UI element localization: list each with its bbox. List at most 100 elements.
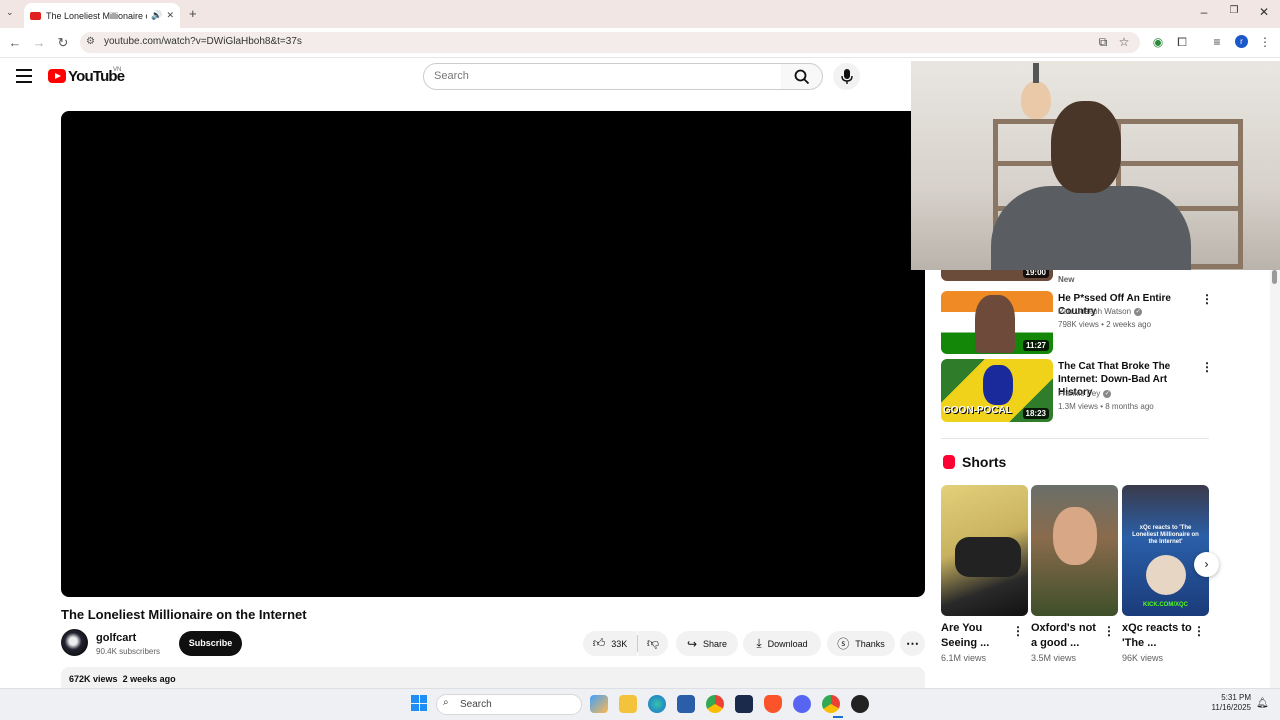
- recommendation-meta: 798K views • 2 weeks ago: [1058, 320, 1152, 329]
- recommendation-channel[interactable]: Frankie Fey ✓: [1058, 389, 1112, 398]
- thumbnail-person: [975, 295, 1015, 353]
- thanks-button[interactable]: ⓢ Thanks: [827, 631, 895, 656]
- windows-taskbar: [0, 688, 1280, 720]
- discord-icon[interactable]: [793, 695, 811, 713]
- file-explorer-icon[interactable]: [619, 695, 637, 713]
- clock-date: 11/16/2025: [1211, 703, 1251, 712]
- recommendation-thumbnail[interactable]: 11:27: [941, 291, 1053, 354]
- back-arrow-icon[interactable]: ←: [5, 34, 25, 52]
- youtube-logo-icon[interactable]: [48, 69, 66, 83]
- extension-icon[interactable]: ◉: [1149, 34, 1167, 50]
- forward-arrow-icon[interactable]: →: [29, 34, 49, 52]
- short-thumbnail[interactable]: [1031, 485, 1118, 616]
- tab-search-dropdown-icon[interactable]: ⌄: [6, 7, 14, 18]
- new-badge: New: [1058, 275, 1075, 284]
- search-input[interactable]: Search: [423, 63, 782, 90]
- ukulele-neck: [1033, 63, 1039, 83]
- profile-avatar[interactable]: r: [1235, 35, 1248, 48]
- dislike-button[interactable]: 👎︎: [638, 631, 668, 656]
- thumbnail-face: [1146, 555, 1186, 595]
- reload-icon[interactable]: ↻: [53, 34, 73, 52]
- taskbar-search-icon: ⌕: [443, 697, 449, 708]
- like-button[interactable]: 👍︎ 33K: [583, 631, 637, 656]
- country-code: VN: [113, 67, 122, 73]
- taskbar-clock[interactable]: 5:31 PM 11/16/2025: [1205, 693, 1251, 713]
- recommendation-thumbnail[interactable]: GOON-POCAL 18:23: [941, 359, 1053, 422]
- windows-start-icon[interactable]: [411, 695, 427, 711]
- close-tab-icon[interactable]: ✕: [166, 10, 174, 21]
- short-title[interactable]: xQc reacts to 'The ...: [1122, 621, 1192, 651]
- video-title: The Loneliest Millionaire on the Interne…: [61, 607, 307, 622]
- share-button[interactable]: ↪ Share: [676, 631, 738, 656]
- bookmark-star-icon[interactable]: ☆: [1115, 34, 1133, 50]
- reading-list-icon[interactable]: ≡: [1208, 34, 1226, 50]
- scrollbar[interactable]: [1270, 270, 1280, 688]
- app-icon[interactable]: [735, 695, 753, 713]
- browser-menu-icon[interactable]: ⋮: [1256, 34, 1274, 50]
- video-player[interactable]: [61, 111, 925, 597]
- thumbnail-face: [1053, 507, 1097, 565]
- browser-tab-active[interactable]: The Loneliest Millionaire on the Interne…: [24, 3, 180, 28]
- scrollbar-thumb[interactable]: [1272, 270, 1277, 284]
- chrome-profile-icon[interactable]: [706, 695, 724, 713]
- extensions-puzzle-icon[interactable]: ⧠: [1173, 34, 1191, 50]
- more-actions-button[interactable]: ⋯: [900, 631, 925, 656]
- shorts-logo-icon: [943, 455, 955, 469]
- channel-avatar[interactable]: [61, 629, 88, 656]
- microphone-icon: [841, 69, 853, 84]
- like-count: 33K: [611, 638, 628, 649]
- notification-bell-icon[interactable]: 🔔︎: [1256, 698, 1269, 709]
- new-tab-button[interactable]: +: [189, 6, 197, 21]
- recommendation-channel[interactable]: Paul Joseph Watson ✓: [1058, 307, 1143, 316]
- chrome-icon[interactable]: [822, 695, 840, 713]
- more-actions-icon[interactable]: ⋮: [1201, 292, 1213, 306]
- more-actions-icon[interactable]: ⋮: [1012, 624, 1024, 638]
- short-thumbnail[interactable]: xQc reacts to 'The Loneliest Millionaire…: [1122, 485, 1209, 616]
- download-label: Download: [767, 638, 808, 649]
- taskbar-widgets-icon[interactable]: [590, 695, 608, 713]
- download-button[interactable]: ⤓ Download: [743, 631, 821, 656]
- subscribe-button[interactable]: Subscribe: [179, 631, 242, 656]
- upload-age: 2 weeks ago: [122, 674, 176, 684]
- search-button[interactable]: [781, 63, 823, 90]
- install-app-icon[interactable]: ⧉: [1094, 34, 1112, 50]
- hamburger-menu-icon[interactable]: [16, 69, 32, 83]
- thanks-dollar-icon: ⓢ: [837, 637, 850, 651]
- audio-playing-icon[interactable]: 🔊: [151, 10, 162, 21]
- thumbnail-cat: [983, 365, 1013, 405]
- share-arrow-icon: ↪: [686, 636, 698, 651]
- more-actions-icon[interactable]: ⋮: [1103, 624, 1115, 638]
- channel-name[interactable]: golfcart: [96, 632, 136, 644]
- thumbs-down-icon: 👎︎: [646, 636, 660, 650]
- youtube-favicon-icon: [30, 11, 41, 20]
- webcam-overlay: [911, 61, 1280, 270]
- short-views: 6.1M views: [941, 653, 987, 663]
- minimize-button[interactable]: –: [1190, 5, 1218, 19]
- more-actions-icon[interactable]: ⋮: [1201, 360, 1213, 374]
- close-window-button[interactable]: ✕: [1250, 5, 1278, 19]
- verified-check-icon: ✓: [1103, 389, 1112, 398]
- more-actions-icon[interactable]: ⋮: [1193, 624, 1205, 638]
- url-text[interactable]: youtube.com/watch?v=DWiGlaHboh8&t=37s: [104, 36, 302, 47]
- ukulele: [1021, 81, 1051, 119]
- thumbnail-text: xQc reacts to 'The Loneliest Millionaire…: [1132, 525, 1199, 545]
- divider: [941, 438, 1209, 439]
- view-count: 672K views: [69, 674, 118, 684]
- short-title[interactable]: Are You Seeing ...: [941, 621, 1011, 651]
- shorts-next-button[interactable]: ›: [1194, 552, 1219, 577]
- store-icon[interactable]: [677, 695, 695, 713]
- thumbs-up-icon: 👍︎: [592, 636, 606, 650]
- taskbar-search[interactable]: Search: [436, 694, 582, 715]
- edge-browser-icon[interactable]: [648, 695, 666, 713]
- site-info-icon[interactable]: ⚙: [86, 36, 95, 47]
- restore-button[interactable]: ❐: [1220, 5, 1248, 16]
- search-icon: [794, 69, 810, 85]
- obs-icon[interactable]: [851, 695, 869, 713]
- voice-search-button[interactable]: [833, 63, 860, 90]
- brave-browser-icon[interactable]: [764, 695, 782, 713]
- active-app-indicator: [833, 716, 843, 718]
- thanks-label: Thanks: [855, 638, 885, 649]
- short-thumbnail[interactable]: [941, 485, 1028, 616]
- thumbnail-controller: [955, 537, 1021, 577]
- short-title[interactable]: Oxford's not a good ...: [1031, 621, 1101, 651]
